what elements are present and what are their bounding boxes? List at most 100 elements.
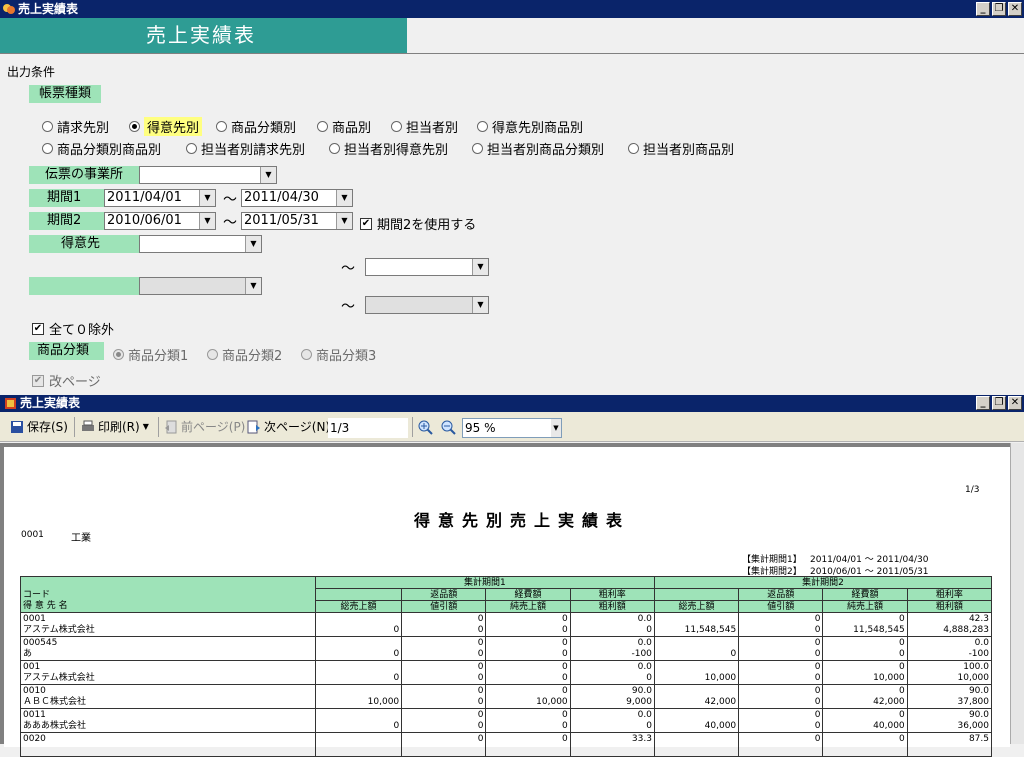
- preview-close-button[interactable]: ✕: [1008, 396, 1022, 410]
- customer-from-select[interactable]: ▼: [139, 235, 262, 253]
- table-row: [20, 744, 993, 757]
- header-period2: 集計期間2: [653, 576, 993, 589]
- header-margin-rate: 粗利率: [569, 588, 655, 601]
- period2-from-select[interactable]: 2010/06/01 ▼: [104, 212, 216, 230]
- next-page-button[interactable]: 次ページ(N): [247, 418, 330, 435]
- radio-icon: [477, 121, 488, 132]
- dropdown-arrow-icon[interactable]: ▼: [472, 297, 488, 313]
- report-viewer[interactable]: 1/3 得意先別売上実績表 0001 工業 【集計期間1】 2011/04/01…: [0, 443, 1024, 757]
- period2-to-select[interactable]: 2011/05/31 ▼: [241, 212, 353, 230]
- header-returns: 返品額: [401, 588, 487, 601]
- cell-value: 100.0: [906, 660, 993, 673]
- dropdown-arrow-icon[interactable]: ▼: [245, 278, 261, 294]
- chevron-down-icon[interactable]: ▼: [143, 422, 149, 431]
- checkmark-icon: ✔: [360, 217, 372, 230]
- zoom-select[interactable]: 95 % ▼: [462, 418, 562, 438]
- cell-value: 0: [653, 648, 740, 661]
- radio-report-type-5[interactable]: 得意先別商品別: [477, 117, 583, 136]
- cell-value: [314, 636, 403, 649]
- cell-value: 10,000: [485, 696, 571, 709]
- header-code: コード: [20, 588, 316, 601]
- cell-value: 0.0: [569, 660, 655, 673]
- radio-report-type-9[interactable]: 担当者別商品分類別: [472, 139, 604, 158]
- header-blank: [20, 576, 316, 589]
- radio-icon: [301, 349, 312, 360]
- radio-report-type-4[interactable]: 担当者別: [391, 117, 458, 136]
- dropdown-arrow-icon[interactable]: ▼: [245, 236, 261, 252]
- cell-value: 42,000: [653, 696, 740, 709]
- cell-value: 0: [738, 684, 824, 697]
- radio-icon: [472, 143, 483, 154]
- cell-value: [314, 744, 403, 757]
- main-window-titlebar: 売上実績表 _ ❐ ✕: [0, 0, 1024, 18]
- report-title: 得意先別売上実績表: [414, 511, 631, 530]
- page-number-input[interactable]: 1/3: [328, 418, 408, 438]
- radio-product-class-2[interactable]: 商品分類2: [207, 345, 282, 364]
- period1-to-select[interactable]: 2011/04/30 ▼: [241, 189, 353, 207]
- dropdown-arrow-icon[interactable]: ▼: [551, 419, 561, 437]
- vertical-scrollbar[interactable]: [1010, 443, 1024, 744]
- radio-product-class-3[interactable]: 商品分類3: [301, 345, 376, 364]
- dropdown-arrow-icon[interactable]: ▼: [199, 213, 215, 229]
- zoom-in-icon[interactable]: [418, 420, 433, 435]
- radio-report-type-2[interactable]: 商品分類別: [216, 117, 296, 136]
- prev-page-button[interactable]: 前ページ(P): [164, 418, 245, 435]
- preview-minimize-button[interactable]: _: [976, 396, 990, 410]
- cell-value: 10,000: [906, 672, 993, 685]
- cell-value: [653, 636, 740, 649]
- divider: [0, 53, 1024, 54]
- cell-value: 0: [569, 624, 655, 637]
- cell-value: 0: [569, 720, 655, 733]
- preview-restore-button[interactable]: ❐: [992, 396, 1006, 410]
- cell-value: [822, 744, 908, 757]
- radio-report-type-0[interactable]: 請求先別: [42, 117, 109, 136]
- dropdown-arrow-icon[interactable]: ▼: [472, 259, 488, 275]
- header-expenses: 経費額: [485, 588, 571, 601]
- cell-value: 0: [485, 672, 571, 685]
- toolbar-separator: [158, 417, 159, 437]
- zoom-out-icon[interactable]: [441, 420, 456, 435]
- dropdown-arrow-icon[interactable]: ▼: [260, 167, 276, 183]
- radio-report-type-7[interactable]: 担当者別請求先別: [186, 139, 305, 158]
- period1-from-select[interactable]: 2011/04/01 ▼: [104, 189, 216, 207]
- cell-value: 0: [401, 672, 487, 685]
- page-break-checkbox[interactable]: ✔ 改ページ: [32, 371, 101, 390]
- radio-report-type-10[interactable]: 担当者別商品別: [628, 139, 734, 158]
- radio-report-type-3[interactable]: 商品別: [317, 117, 371, 136]
- cell-value: 0: [401, 624, 487, 637]
- product-class-label: 商品分類: [29, 342, 104, 360]
- use-period2-checkbox[interactable]: ✔ 期間2を使用する: [360, 214, 476, 233]
- table-row: 000545 0 0 0.0 0 0 0.0: [20, 636, 993, 649]
- cell-value: 0: [569, 672, 655, 685]
- blank-from-select[interactable]: ▼: [139, 277, 262, 295]
- period2-label: 期間2: [29, 212, 104, 230]
- dropdown-arrow-icon[interactable]: ▼: [336, 190, 352, 206]
- customer-to-select[interactable]: ▼: [365, 258, 489, 276]
- blank-to-select[interactable]: ▼: [365, 296, 489, 314]
- cell-value: 0: [314, 672, 403, 685]
- cell-value: 0: [738, 696, 824, 709]
- radio-report-type-8[interactable]: 担当者別得意先別: [329, 139, 448, 158]
- minimize-button[interactable]: _: [976, 2, 990, 16]
- office-select[interactable]: ▼: [139, 166, 277, 184]
- cell-value: 10,000: [653, 672, 740, 685]
- cell-value: 11,548,545: [822, 624, 908, 637]
- close-button[interactable]: ✕: [1008, 2, 1022, 16]
- radio-report-type-6[interactable]: 商品分類別商品別: [42, 139, 161, 158]
- restore-button[interactable]: ❐: [992, 2, 1006, 16]
- radio-report-type-1[interactable]: 得意先別: [129, 117, 203, 136]
- cell-value: 0: [822, 648, 908, 661]
- cell-value: 0: [314, 648, 403, 661]
- header-expenses: 経費額: [822, 588, 908, 601]
- exclude-zero-checkbox[interactable]: ✔ 全て０除外: [32, 319, 114, 338]
- cell-value: 37,800: [906, 696, 993, 709]
- radio-product-class-1[interactable]: 商品分類1: [113, 345, 188, 364]
- cell-value: 0: [401, 636, 487, 649]
- cell-value: 0: [401, 720, 487, 733]
- cell-value: 0: [314, 624, 403, 637]
- dropdown-arrow-icon[interactable]: ▼: [199, 190, 215, 206]
- cell-value: 0: [401, 708, 487, 721]
- dropdown-arrow-icon[interactable]: ▼: [336, 213, 352, 229]
- print-button[interactable]: 印刷(R) ▼: [81, 418, 149, 435]
- save-button[interactable]: 保存(S): [10, 418, 68, 435]
